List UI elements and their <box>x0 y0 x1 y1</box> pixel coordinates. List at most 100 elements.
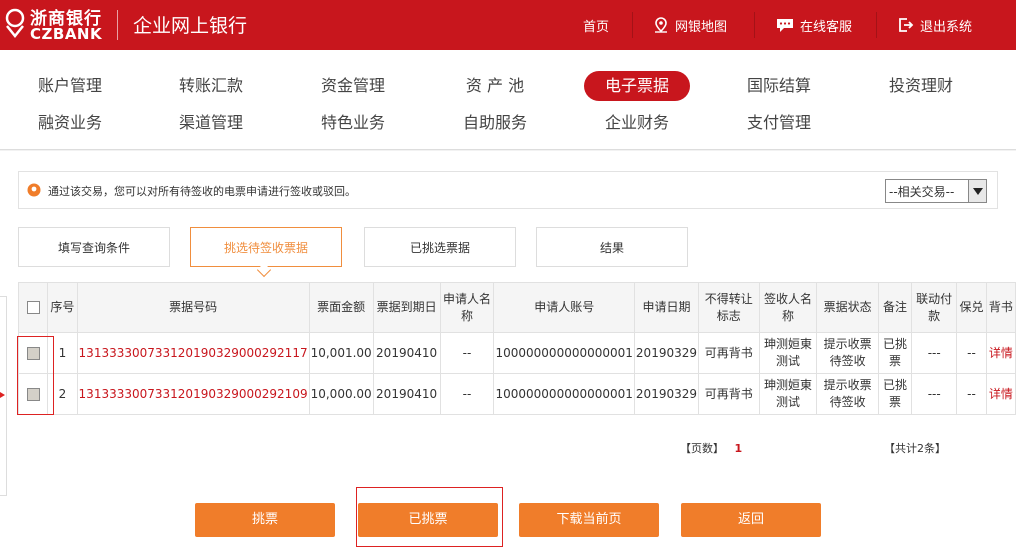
menu-corporate-finance[interactable]: 企业财务 <box>589 108 685 138</box>
info-text: 通过该交易，您可以对所有待签收的电票申请进行签收或驳回。 <box>48 185 356 198</box>
cell-linked-payment: --- <box>910 332 958 374</box>
nav-home[interactable]: 首页 <box>583 0 609 50</box>
nav-online-service-label: 在线客服 <box>800 19 853 35</box>
menu-international-settlement[interactable]: 国际结算 <box>731 71 827 101</box>
logo-english-text: CZBANK <box>30 25 103 43</box>
col-header: 不得转让标志 <box>698 282 760 333</box>
cell-transfer-flag: 可再背书 <box>698 332 760 374</box>
top-header: 浙商银行 CZBANK 企业网上银行 首页 网银地图 在线客服 退出系统 <box>0 0 1016 50</box>
download-page-button[interactable]: 下载当前页 <box>519 503 659 537</box>
cell-guarantee: -- <box>956 332 987 374</box>
col-header: 申请人名称 <box>439 282 495 333</box>
col-header: 申请日期 <box>633 282 700 333</box>
col-header: 备注 <box>877 282 912 333</box>
col-header: 票面金额 <box>308 282 374 333</box>
menu-featured-business[interactable]: 特色业务 <box>305 108 401 138</box>
menu-electronic-bills[interactable]: 电子票据 <box>584 71 690 101</box>
endorse-detail-link[interactable]: 详情 <box>985 373 1016 415</box>
chevron-down-icon[interactable] <box>968 180 986 202</box>
col-header: 联动付款 <box>910 282 958 333</box>
menu-asset-pool[interactable]: 资 产 池 <box>447 71 543 101</box>
cell-linked-payment: --- <box>910 373 958 415</box>
main-menu: 账户管理 转账汇款 资金管理 资 产 池 电子票据 国际结算 投资理财 融资业务… <box>0 50 1016 150</box>
cell-amount: 10,000.00 <box>308 373 374 415</box>
cell-signer: 珅测姮東测试 <box>758 373 818 415</box>
cell-status: 提示收票待签收 <box>816 332 879 374</box>
cell-due-date: 20190410 <box>372 332 441 374</box>
cell-guarantee: -- <box>956 373 987 415</box>
col-header: 票据号码 <box>76 282 310 333</box>
pick-bills-button[interactable]: 挑票 <box>195 503 335 537</box>
cell-account: 100000000000000001 <box>493 373 635 415</box>
col-header: 背书 <box>985 282 1016 333</box>
nav-logout[interactable]: 退出系统 <box>898 0 972 50</box>
logout-icon <box>899 18 914 32</box>
table-row[interactable]: 1 131333300733120190329000292117 10,001.… <box>17 332 1016 374</box>
cell-account: 100000000000000001 <box>493 332 635 374</box>
menu-financing[interactable]: 融资业务 <box>22 108 118 138</box>
cell-apply-date: 20190329 <box>633 373 700 415</box>
info-bar: 通过该交易，您可以对所有待签收的电票申请进行签收或驳回。 --相关交易-- <box>18 171 998 209</box>
cell-transfer-flag: 可再背书 <box>698 373 760 415</box>
nav-home-label: 首页 <box>583 19 610 35</box>
select-all-header[interactable] <box>17 282 49 333</box>
col-header: 序号 <box>47 282 78 333</box>
location-tip-icon <box>27 183 41 197</box>
bank-logo-mark-icon <box>5 8 25 38</box>
cell-remark: 已挑票 <box>877 373 912 415</box>
cell-bill-number[interactable]: 131333300733120190329000292117 <box>76 332 310 374</box>
pager-current-page[interactable]: 1 <box>735 442 743 455</box>
cell-applicant: -- <box>439 332 495 374</box>
step-selected-bills[interactable]: 已挑选票据 <box>364 227 516 267</box>
system-title: 企业网上银行 <box>133 15 248 37</box>
pager-pages: 【页数】 1 <box>680 440 742 456</box>
menu-account-management[interactable]: 账户管理 <box>22 71 118 101</box>
nav-separator <box>876 12 877 38</box>
main-content: 通过该交易，您可以对所有待签收的电票申请进行签收或驳回。 --相关交易-- 填写… <box>0 151 1016 555</box>
related-transactions-select[interactable]: --相关交易-- <box>885 179 987 203</box>
menu-payment-management[interactable]: 支付管理 <box>731 108 827 138</box>
step-result[interactable]: 结果 <box>536 227 688 267</box>
cell-apply-date: 20190329 <box>633 332 700 374</box>
menu-self-service[interactable]: 自助服务 <box>447 108 543 138</box>
nav-online-service[interactable]: 在线客服 <box>776 0 852 50</box>
cell-due-date: 20190410 <box>372 373 441 415</box>
col-header: 票据到期日 <box>372 282 441 333</box>
related-transactions-value: --相关交易-- <box>889 184 955 199</box>
col-header: 票据状态 <box>816 282 879 333</box>
menu-investment[interactable]: 投资理财 <box>873 71 969 101</box>
nav-bank-map[interactable]: 网银地图 <box>653 0 727 50</box>
nav-bank-map-label: 网银地图 <box>675 19 728 35</box>
cell-signer: 珅测姮東测试 <box>758 332 818 374</box>
checkbox-highlight-box <box>17 336 54 415</box>
pager-total: 【共计2条】 <box>884 442 946 455</box>
back-button[interactable]: 返回 <box>681 503 821 537</box>
chat-icon <box>777 19 793 32</box>
bills-table: 序号 票据号码 票面金额 票据到期日 申请人名称 申请人账号 申请日期 不得转让… <box>17 282 1016 415</box>
table-row[interactable]: 2 131333300733120190329000292109 10,000.… <box>17 373 1016 415</box>
nav-separator <box>632 12 633 38</box>
table-header-row: 序号 票据号码 票面金额 票据到期日 申请人名称 申请人账号 申请日期 不得转让… <box>17 282 1016 333</box>
select-all-checkbox[interactable] <box>26 301 40 314</box>
row-pointer-marker <box>0 392 5 398</box>
cell-status: 提示收票待签收 <box>816 373 879 415</box>
col-header: 申请人账号 <box>493 282 635 333</box>
nav-separator <box>754 12 755 38</box>
endorse-detail-link[interactable]: 详情 <box>985 332 1016 374</box>
button-highlight-box <box>356 487 503 547</box>
menu-fund-management[interactable]: 资金管理 <box>305 71 401 101</box>
cell-remark: 已挑票 <box>877 332 912 374</box>
step-select-bills[interactable]: 挑选待签收票据 <box>190 227 342 267</box>
step-fill-query[interactable]: 填写查询条件 <box>18 227 170 267</box>
menu-transfer[interactable]: 转账汇款 <box>163 71 259 101</box>
cell-applicant: -- <box>439 373 495 415</box>
menu-channel-management[interactable]: 渠道管理 <box>163 108 259 138</box>
col-header: 签收人名称 <box>758 282 818 333</box>
bank-logo[interactable]: 浙商银行 CZBANK <box>0 4 112 46</box>
header-divider <box>117 10 118 40</box>
col-header: 保兑 <box>956 282 987 333</box>
cell-amount: 10,001.00 <box>308 332 374 374</box>
map-pin-icon <box>655 17 667 33</box>
cell-bill-number[interactable]: 131333300733120190329000292109 <box>76 373 310 415</box>
pager-pages-label: 【页数】 <box>680 442 724 455</box>
